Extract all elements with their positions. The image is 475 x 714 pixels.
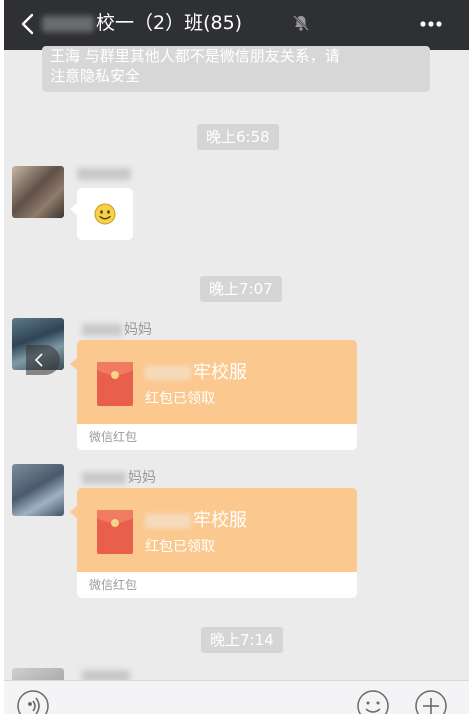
red-packet-title: 牢校服 (145, 358, 247, 384)
red-packet-footer: 微信红包 (77, 424, 357, 450)
more-dots-icon[interactable] (416, 12, 446, 36)
sender-name (77, 166, 133, 182)
blurred-text (42, 15, 94, 32)
red-packet-title-suffix: 牢校服 (193, 510, 247, 531)
red-packet-body: 牢校服 红包已领取 (70, 340, 357, 424)
red-packet-body: 牢校服 红包已领取 (70, 488, 357, 572)
bell-muted-icon (293, 15, 309, 31)
blurred-text (77, 168, 131, 180)
red-packet-message[interactable]: 牢校服 红包已领取 微信红包 (70, 488, 357, 598)
chat-title: 校一（2）班(85) (42, 9, 242, 37)
floating-back-bubble[interactable] (26, 345, 60, 375)
timestamp: 晚上7:07 (200, 276, 282, 302)
sender-name-suffix: 妈妈 (124, 322, 152, 338)
chevron-left-icon (34, 353, 43, 367)
emoji-face-icon[interactable] (356, 689, 390, 714)
red-packet-status: 红包已领取 (145, 391, 215, 407)
chat-input-bar (4, 680, 469, 714)
timestamp: 晚上7:14 (201, 627, 283, 653)
red-packet-status: 红包已领取 (145, 539, 215, 555)
chat-title-text: 校一（2）班(85) (96, 12, 243, 34)
red-packet-message[interactable]: 牢校服 红包已领取 微信红包 (70, 340, 357, 450)
notice-line-2: 注意隐私安全 (50, 67, 141, 85)
red-packet-title-suffix: 牢校服 (193, 362, 247, 383)
blurred-text (145, 366, 191, 380)
red-envelope-icon (97, 510, 133, 554)
sender-name-suffix: 妈妈 (128, 470, 156, 486)
system-notice: 王海 与群里其他人都不是微信朋友关系，请 注意隐私安全 (42, 46, 430, 92)
chat-header: 校一（2）班(85) (4, 0, 469, 50)
voice-icon[interactable] (16, 689, 50, 714)
sender-name: 妈妈 (82, 467, 156, 487)
emoji-message-bubble[interactable] (70, 188, 133, 240)
notice-line-1: 王海 与群里其他人都不是微信朋友关系，请 (50, 47, 340, 65)
sender-name: 妈妈 (82, 319, 152, 339)
red-envelope-icon (97, 362, 133, 406)
blurred-text (145, 514, 191, 528)
blurred-text (82, 324, 122, 336)
avatar[interactable] (12, 166, 64, 218)
smiley-emoji-icon (94, 203, 116, 225)
avatar[interactable] (12, 464, 64, 516)
back-arrow-icon[interactable] (14, 10, 42, 38)
red-packet-title: 牢校服 (145, 506, 247, 532)
chat-screen: 校一（2）班(85) 王海 与群里其他人都不是微信朋友关系，请 注意隐私安全 晚… (4, 0, 469, 714)
plus-icon[interactable] (414, 689, 448, 714)
red-packet-footer: 微信红包 (77, 572, 357, 598)
blurred-text (82, 472, 126, 484)
timestamp: 晚上6:58 (197, 124, 279, 150)
